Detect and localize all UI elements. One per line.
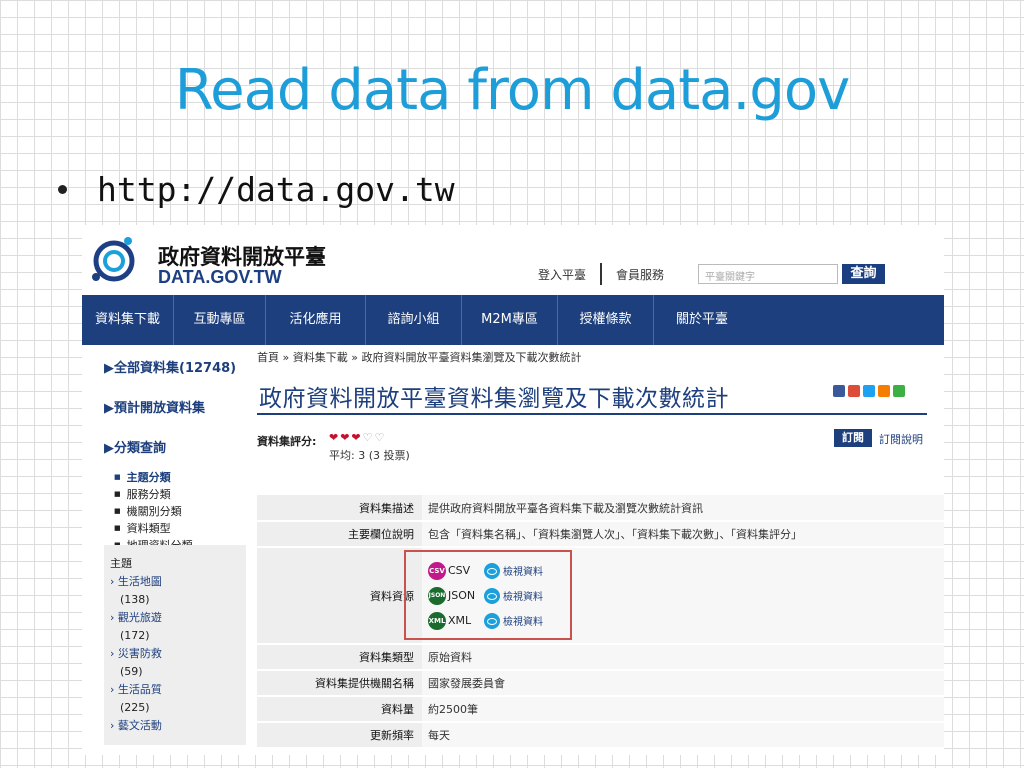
theme-count: (172) (120, 629, 150, 642)
bullet-link[interactable]: http://data.gov.tw (97, 170, 455, 209)
divider (600, 263, 603, 285)
logo-icon (92, 237, 135, 282)
site-logo[interactable]: 政府資料開放平臺 DATA.GOV.TW (88, 233, 348, 289)
row-value: 每天 (422, 722, 944, 749)
nav-item-advisory[interactable]: 諮詢小組 (366, 295, 462, 345)
theme-panel: 主題 › 生活地圖 (138) › 觀光旅遊 (172) › 災害防救 (59)… (104, 545, 246, 745)
bullet-dot (58, 185, 67, 194)
highlight-box (404, 550, 572, 640)
theme-count: (59) (120, 665, 143, 678)
sub-item-data-type[interactable]: 資料類型 (114, 520, 193, 537)
theme-count: (225) (120, 701, 150, 714)
heart-icon-full[interactable]: ❤❤❤ (329, 431, 363, 444)
sub-item-agency[interactable]: 機關別分類 (114, 503, 193, 520)
theme-item[interactable]: › 觀光旅遊 (110, 609, 240, 627)
theme-item[interactable]: › 生活品質 (110, 681, 240, 699)
google-plus-icon[interactable] (848, 385, 860, 397)
page-title: 政府資料開放平臺資料集瀏覽及下載次數統計 (259, 386, 729, 412)
member-link[interactable]: 會員服務 (616, 266, 664, 283)
table-row: 資料集描述 提供政府資料開放平臺各資料集下載及瀏覽次數統計資訊 (257, 495, 944, 522)
row-value: 提供政府資料開放平臺各資料集下載及瀏覽次數統計資訊 (422, 495, 944, 522)
rating-average: 平均: 3 (3 投票) (329, 449, 410, 462)
sub-item-service[interactable]: 服務分類 (114, 486, 193, 503)
sidebar-planned-datasets[interactable]: ▶預計開放資料集 (104, 397, 205, 416)
sub-item-topic[interactable]: 主題分類 (114, 469, 193, 486)
sidebar: ▶全部資料集(12748) ▶預計開放資料集 ▶分類查詢 主題分類 服務分類 機… (82, 345, 246, 755)
row-key: 主要欄位說明 (257, 521, 422, 548)
table-row: 主要欄位說明 包含「資料集名稱」、「資料集瀏覽人次」、「資料集下載次數」、「資料… (257, 521, 944, 548)
row-key: 資料集類型 (257, 644, 422, 671)
nav-item-applications[interactable]: 活化應用 (266, 295, 366, 345)
top-links: 登入平臺 會員服務 (538, 263, 664, 285)
theme-item[interactable]: › 生活地圖 (110, 573, 240, 591)
nav-item-m2m[interactable]: M2M專區 (462, 295, 558, 345)
share-icon[interactable] (893, 385, 905, 397)
breadcrumb[interactable]: 首頁 » 資料集下載 » 政府資料開放平臺資料集瀏覽及下載次數統計 (257, 349, 581, 365)
bullet-item: http://data.gov.tw (58, 170, 455, 209)
row-value: 國家發展委員會 (422, 670, 944, 697)
row-key: 資料資源 (257, 547, 422, 645)
row-key: 更新頻率 (257, 722, 422, 749)
table-row: 資料資源 CSV CSV 檢視資料 JSON JSON 檢視資料 XML XML… (257, 547, 944, 645)
theme-item[interactable]: › 藝文活動 (110, 717, 240, 735)
row-key: 資料集提供機關名稱 (257, 670, 422, 697)
facebook-icon[interactable] (833, 385, 845, 397)
rating-hearts[interactable]: ❤❤❤♡♡ (329, 431, 386, 444)
login-link[interactable]: 登入平臺 (538, 266, 586, 283)
table-row: 資料集提供機關名稱 國家發展委員會 (257, 670, 944, 697)
sidebar-category-query[interactable]: ▶分類查詢 (104, 437, 166, 456)
search-input[interactable]: 平臺關鍵字 (698, 264, 838, 284)
blogger-icon[interactable] (878, 385, 890, 397)
table-row: 資料集類型 原始資料 (257, 644, 944, 671)
row-key: 資料量 (257, 696, 422, 723)
twitter-icon[interactable] (863, 385, 875, 397)
dataset-info-table: 資料集描述 提供政府資料開放平臺各資料集下載及瀏覽次數統計資訊 主要欄位說明 包… (257, 495, 944, 749)
table-row: 資料量 約2500筆 (257, 696, 944, 723)
share-buttons (833, 385, 905, 397)
main-content: 首頁 » 資料集下載 » 政府資料開放平臺資料集瀏覽及下載次數統計 政府資料開放… (257, 345, 944, 755)
logo-english-text: DATA.GOV.TW (158, 267, 282, 287)
title-divider (257, 413, 927, 415)
row-value: 約2500筆 (422, 696, 944, 723)
slide-title: Read data from data.gov (174, 58, 850, 123)
rating-label: 資料集評分: (257, 435, 317, 448)
category-sub-list: 主題分類 服務分類 機關別分類 資料類型 地理資料分類 (114, 469, 193, 554)
theme-item[interactable]: › 災害防救 (110, 645, 240, 663)
search-button[interactable]: 查詢 (842, 264, 885, 284)
sidebar-all-datasets[interactable]: ▶全部資料集(12748) (104, 357, 236, 376)
row-value: 原始資料 (422, 644, 944, 671)
heart-icon-empty[interactable]: ♡♡ (363, 431, 387, 444)
row-value: 包含「資料集名稱」、「資料集瀏覽人次」、「資料集下載次數」、「資料集評分」 (422, 521, 944, 548)
row-key: 資料集描述 (257, 495, 422, 522)
website-screenshot: 政府資料開放平臺 DATA.GOV.TW 登入平臺 會員服務 平臺關鍵字 查詢 … (82, 225, 944, 755)
theme-count: (138) (120, 593, 150, 606)
nav-item-download[interactable]: 資料集下載 (82, 295, 174, 345)
subscribe-button[interactable]: 訂閱 (834, 429, 872, 447)
nav-item-license[interactable]: 授權條款 (558, 295, 654, 345)
subscribe-help-link[interactable]: 訂閱說明 (879, 431, 923, 447)
table-row: 更新頻率 每天 (257, 722, 944, 749)
theme-heading: 主題 (110, 557, 132, 570)
main-nav: 資料集下載 互動專區 活化應用 諮詢小組 M2M專區 授權條款 關於平臺 (82, 295, 944, 345)
nav-item-about[interactable]: 關於平臺 (654, 295, 750, 345)
nav-item-interactive[interactable]: 互動專區 (174, 295, 266, 345)
